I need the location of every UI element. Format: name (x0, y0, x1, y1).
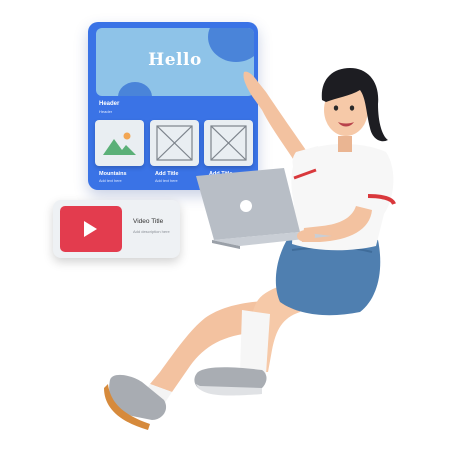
hand (297, 230, 315, 242)
sock (240, 310, 270, 374)
illustration-scene: Hello Header Header Mountains Add text h… (0, 0, 450, 450)
woman-character (104, 68, 396, 430)
laptop-logo-icon (240, 200, 252, 212)
